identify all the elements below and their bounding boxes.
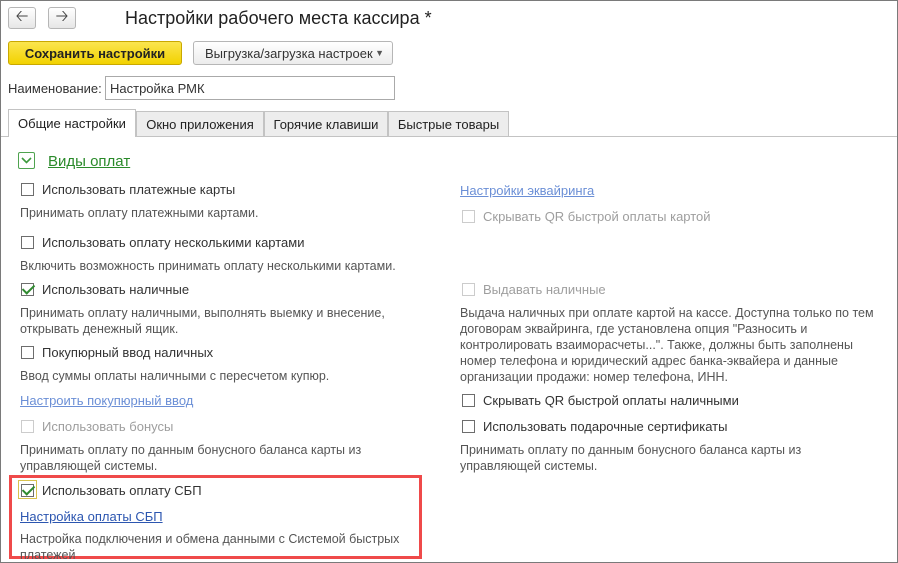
tab-quick-products[interactable]: Быстрые товары [388,111,509,137]
gift-certificates-description: Принимать оплату по данным бонусного бал… [460,443,802,473]
use-payment-cards-checkbox[interactable]: Использовать платежные карты [21,182,235,197]
use-multi-cards-checkbox[interactable]: Использовать оплату несколькими картами [21,235,304,250]
hide-qr-card-checkbox: Скрывать QR быстрой оплаты картой [462,209,711,224]
checkbox-box[interactable] [462,394,475,407]
payment-cards-description: Принимать оплату платежными картами. [20,206,259,220]
chevron-down-icon [21,157,32,164]
checkbox-label: Скрывать QR быстрой оплаты картой [483,209,711,224]
tab-app-window[interactable]: Окно приложения [136,111,264,137]
settings-window: 🡠 🡢 Настройки рабочего места кассира * С… [0,0,898,563]
multi-cards-description: Включить возможность принимать оплату не… [20,259,396,273]
checkbox-box[interactable] [21,346,34,359]
checkbox-label: Использовать наличные [42,282,190,297]
section-title-payment-types[interactable]: Виды оплат [48,153,130,170]
cash-out-description: Выдача наличных при оплате картой на кас… [460,306,874,384]
use-bonus-checkbox: Использовать бонусы [21,419,173,434]
sbp-description: Настройка подключения и обмена данными с… [20,532,400,562]
export-import-settings-button[interactable]: Выгрузка/загрузка настроек ▼ [193,41,393,65]
name-input[interactable] [105,76,395,100]
name-field-label: Наименование: [8,81,102,96]
checkbox-box[interactable] [21,283,34,296]
use-sbp-payment-checkbox[interactable]: Использовать оплату СБП [21,483,202,498]
checkbox-label: Использовать платежные карты [42,182,236,197]
checkbox-box [462,210,475,223]
checkbox-box [21,420,34,433]
checkbox-label: Покупюрный ввод наличных [42,345,214,360]
buyer-cash-description: Ввод суммы оплаты наличными с пересчетом… [20,369,330,383]
page-title: Настройки рабочего места кассира * [125,8,432,28]
arrow-right-icon: 🡢 [55,7,69,25]
section-collapse-toggle[interactable] [18,152,35,169]
tab-general-settings[interactable]: Общие настройки [8,109,136,137]
checkbox-box[interactable] [21,183,34,196]
checkbox-label: Использовать оплату СБП [42,483,202,498]
bonus-description: Принимать оплату по данным бонусного бал… [20,443,362,473]
cash-out-checkbox: Выдавать наличные [462,282,606,297]
arrow-left-icon: 🡠 [15,7,29,25]
checkbox-label: Использовать подарочные сертификаты [483,419,728,434]
export-import-label: Выгрузка/загрузка настроек [205,45,373,61]
configure-buyer-cash-link[interactable]: Настроить покупюрный ввод [20,393,193,408]
checkbox-box [462,283,475,296]
use-cash-checkbox[interactable]: Использовать наличные [21,282,189,297]
buyer-cash-input-checkbox[interactable]: Покупюрный ввод наличных [21,345,213,360]
hide-qr-cash-checkbox[interactable]: Скрывать QR быстрой оплаты наличными [462,393,739,408]
use-gift-certificates-checkbox[interactable]: Использовать подарочные сертификаты [462,419,727,434]
sbp-settings-link[interactable]: Настройка оплаты СБП [20,509,163,524]
checkbox-box[interactable] [21,484,34,497]
forward-button[interactable]: 🡢 [48,7,76,29]
checkbox-box[interactable] [21,236,34,249]
checkbox-label: Выдавать наличные [483,282,606,297]
back-button[interactable]: 🡠 [8,7,36,29]
checkbox-label: Использовать бонусы [42,419,174,434]
caret-down-icon: ▼ [375,48,384,58]
checkbox-box[interactable] [462,420,475,433]
checkbox-label: Использовать оплату несколькими картами [42,235,305,250]
tab-hotkeys[interactable]: Горячие клавиши [264,111,388,137]
checkbox-label: Скрывать QR быстрой оплаты наличными [483,393,739,408]
acquiring-settings-link[interactable]: Настройки эквайринга [460,183,594,198]
cash-description: Принимать оплату наличными, выполнять вы… [20,306,385,336]
save-settings-button[interactable]: Сохранить настройки [8,41,182,65]
